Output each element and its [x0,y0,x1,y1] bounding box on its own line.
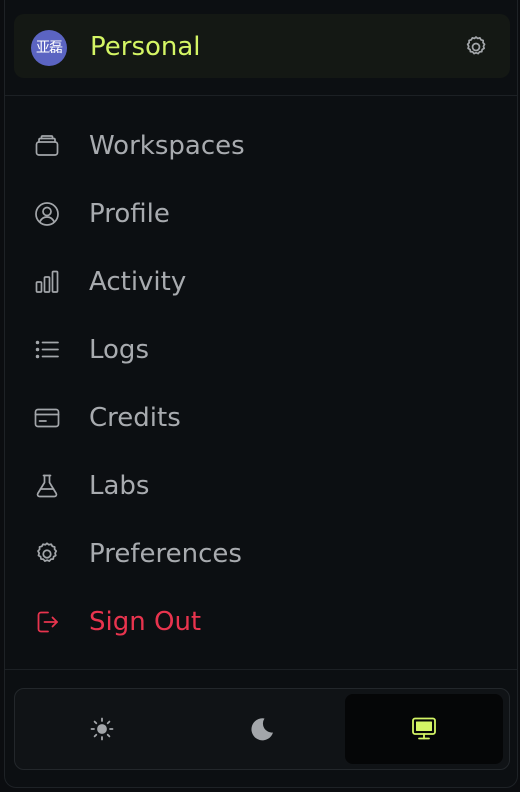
menu-item-credits[interactable]: Credits [5,388,517,448]
workspace-name: Personal [90,32,201,62]
sun-icon [90,717,114,741]
user-circle-icon [33,200,61,228]
credit-card-icon [33,404,61,432]
menu-item-label: Activity [89,267,187,297]
bar-chart-icon [33,268,61,296]
theme-switcher [14,688,510,770]
monitor-icon [412,717,436,740]
sign-out-button[interactable]: Sign Out [5,592,517,652]
menu-item-profile[interactable]: Profile [5,184,517,244]
divider [5,95,517,96]
account-menu-panel: 亚磊 Personal Workspaces Profile Activity … [4,0,518,788]
sign-out-icon [33,608,61,636]
workspace-header[interactable]: 亚磊 Personal [14,14,510,78]
menu-item-workspaces[interactable]: Workspaces [5,116,517,176]
menu-item-label: Profile [89,199,170,229]
flask-icon [33,472,61,500]
menu-item-labs[interactable]: Labs [5,456,517,516]
theme-light-button[interactable] [23,694,181,764]
menu-item-preferences[interactable]: Preferences [5,524,517,584]
menu-item-activity[interactable]: Activity [5,252,517,312]
menu-item-label: Workspaces [89,131,245,161]
menu-item-label: Sign Out [89,607,202,637]
layers-icon [33,132,61,160]
gear-icon [33,540,61,568]
menu-item-label: Preferences [89,539,242,569]
list-icon [33,336,61,364]
menu-item-label: Labs [89,471,150,501]
theme-system-button[interactable] [345,694,503,764]
theme-dark-button[interactable] [183,694,341,764]
divider [5,669,517,670]
menu-item-label: Credits [89,403,181,433]
gear-icon[interactable] [463,34,489,60]
moon-icon [251,718,273,741]
menu-item-logs[interactable]: Logs [5,320,517,380]
avatar[interactable]: 亚磊 [31,30,67,66]
menu-item-label: Logs [89,335,149,365]
